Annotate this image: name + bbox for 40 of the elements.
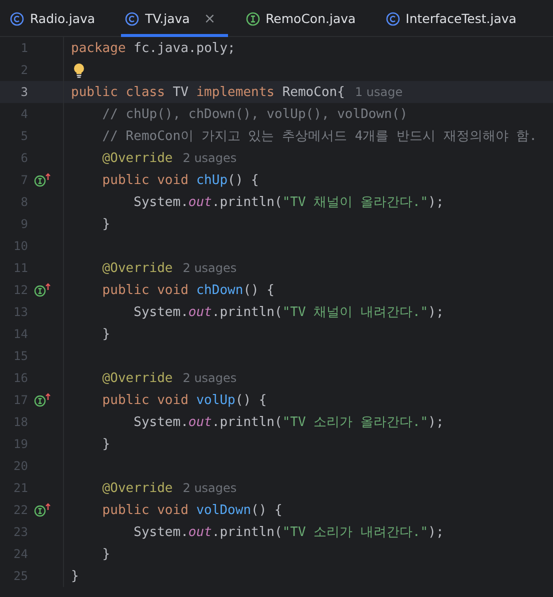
usage-hint[interactable]: 2 usages <box>182 371 237 385</box>
code-line: // RemoCon이 가지고 있는 추상메서드 4개를 반드시 재정의해야 함. <box>101 128 538 145</box>
code-line: // chUp(), chDown(), volUp(), volDown() <box>101 106 408 122</box>
code-line: } <box>71 568 79 584</box>
class-icon <box>10 12 24 26</box>
code-line: public void volUp() { <box>101 392 267 408</box>
editor-tab[interactable]: RemoCon.java <box>242 0 368 37</box>
code-line: System.out.println("TV 채널이 내려간다."); <box>132 304 444 321</box>
code-line: package fc.java.poly; <box>71 40 236 56</box>
code-line: public void chDown() { <box>101 282 275 298</box>
code-line: } <box>101 546 110 562</box>
implements-icon[interactable] <box>34 173 52 187</box>
editor-tab[interactable]: Radio.java <box>6 0 108 37</box>
usage-hint[interactable]: 1 usage <box>354 85 403 99</box>
class-icon <box>125 12 140 26</box>
code-line: System.out.println("TV 채널이 올라간다."); <box>132 194 444 211</box>
usage-hint[interactable]: 2 usages <box>182 261 237 275</box>
code-line: public class TV implements RemoCon{ <box>71 84 345 100</box>
implements-icon[interactable] <box>34 393 52 407</box>
code-line: public void chUp() { <box>101 172 259 188</box>
line-number: 3 <box>20 85 28 99</box>
usage-hint[interactable]: 2 usages <box>182 151 237 165</box>
implements-icon[interactable] <box>34 503 52 517</box>
interface-icon <box>246 12 260 26</box>
code-line: @Override <box>101 480 173 496</box>
code-line: } <box>101 436 110 452</box>
code-line: @Override <box>101 150 173 166</box>
code-line: } <box>101 216 110 232</box>
code-line: } <box>101 326 110 342</box>
code-line: public void volDown() { <box>101 502 282 518</box>
implements-icon[interactable] <box>34 283 52 297</box>
class-icon <box>386 12 400 26</box>
editor-tab[interactable]: InterfaceTest.java <box>382 0 528 37</box>
code-line: @Override <box>101 370 173 386</box>
code-line: System.out.println("TV 소리가 내려간다."); <box>132 524 444 541</box>
close-icon[interactable]: × <box>204 10 216 26</box>
code-line: System.out.println("TV 소리가 올라간다."); <box>132 414 444 431</box>
code-line: @Override <box>101 260 173 276</box>
usage-hint[interactable]: 2 usages <box>182 481 237 495</box>
lightbulb-icon[interactable] <box>73 62 85 78</box>
